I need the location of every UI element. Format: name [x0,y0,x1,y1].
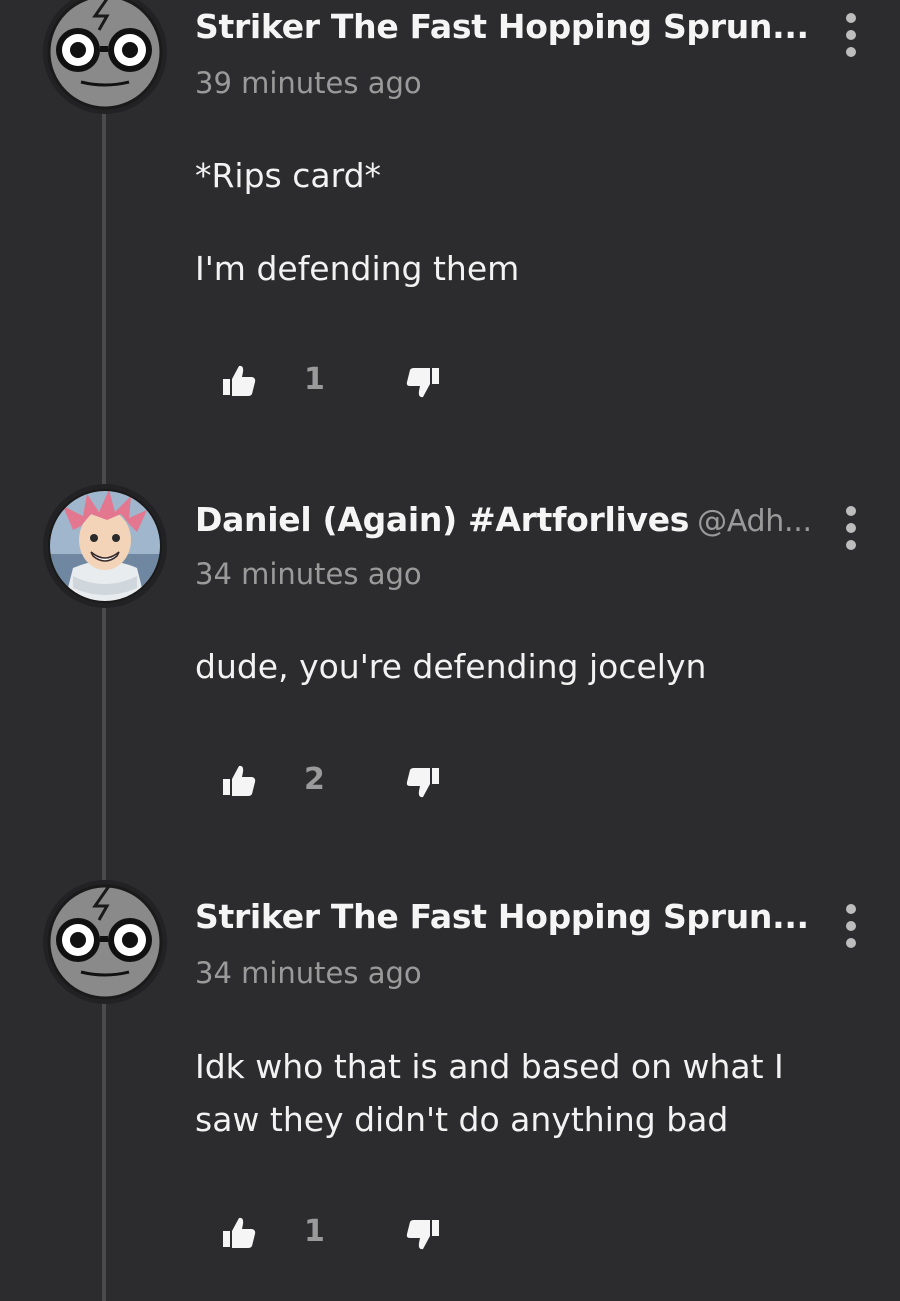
comment-username[interactable]: Striker The Fast Hopping Sprun... [195,897,817,936]
sprunki-face-icon [45,882,165,1002]
username-text[interactable]: Striker The Fast Hopping Sprun... [195,897,809,936]
anime-character-icon [45,486,165,606]
thumbs-down-icon [406,368,439,398]
thumbs-up-icon [223,1217,256,1248]
like-button[interactable] [220,762,260,802]
dislike-button[interactable] [402,1216,442,1256]
more-dot-icon [846,904,856,914]
comment-text-line: saw they didn't do anything bad [195,1100,729,1139]
avatar[interactable] [43,0,167,114]
thumbs-down-icon [406,768,439,798]
username-text[interactable]: Daniel (Again) #Artforlives [195,500,689,539]
username-text[interactable]: Striker The Fast Hopping Sprun... [195,7,809,46]
comment-timestamp: 34 minutes ago [195,557,422,591]
more-options-button[interactable] [838,506,864,550]
like-count: 1 [304,362,325,397]
more-dot-icon [846,921,856,931]
more-dot-icon [846,938,856,948]
more-dot-icon [846,30,856,40]
comment-timestamp: 34 minutes ago [195,956,422,990]
more-dot-icon [846,47,856,57]
like-button[interactable] [220,362,260,402]
comment-username[interactable]: Striker The Fast Hopping Sprun... [195,7,817,46]
like-count: 2 [304,762,325,797]
more-dot-icon [846,13,856,23]
more-dot-icon [846,523,856,533]
sprunki-face-icon [45,0,165,112]
comment-text-line: dude, you're defending jocelyn [195,647,707,686]
more-options-button[interactable] [838,13,864,57]
comment-text-line: I'm defending them [195,249,520,288]
like-button[interactable] [220,1214,260,1254]
comment-text-line: Idk who that is and based on what I [195,1047,784,1086]
like-count: 1 [304,1214,325,1249]
thumbs-up-icon [223,365,256,396]
comment-username[interactable]: Daniel (Again) #Artforlives @Adh... [195,500,812,539]
more-options-button[interactable] [838,904,864,948]
comment-text-line: *Rips card* [195,156,382,195]
avatar[interactable] [43,484,167,608]
comment-timestamp: 39 minutes ago [195,66,422,100]
thumbs-up-icon [223,765,256,796]
dislike-button[interactable] [402,364,442,404]
reply-thread-line [102,0,106,1301]
dislike-button[interactable] [402,764,442,804]
thumbs-down-icon [406,1220,439,1250]
avatar[interactable] [43,880,167,1004]
more-dot-icon [846,540,856,550]
user-handle[interactable]: @Adh... [697,504,812,539]
more-dot-icon [846,506,856,516]
